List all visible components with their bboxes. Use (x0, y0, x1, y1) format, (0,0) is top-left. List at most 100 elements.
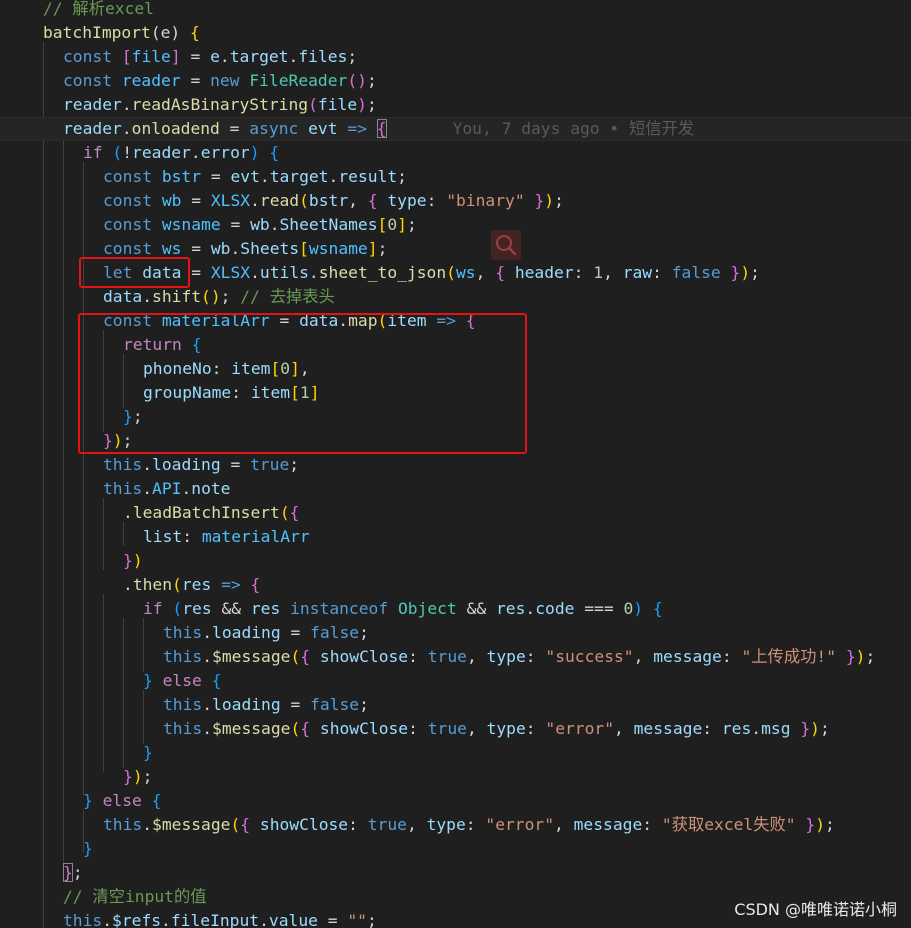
git-blame-annotation[interactable]: You, 7 days ago • 短信开发 (453, 119, 695, 138)
let-data-highlight-box (79, 257, 190, 288)
code-line[interactable]: this.loading = true; (0, 453, 299, 477)
operator-token: = (317, 911, 348, 928)
operator-token: = (201, 167, 231, 186)
code-line[interactable]: .then(res => { (0, 573, 260, 597)
property-token: result (338, 167, 398, 186)
code-line[interactable]: // 清空input的值 (0, 885, 207, 909)
punctuation-token: , (466, 647, 487, 666)
code-line[interactable]: if (res && res instanceof Object && res.… (0, 597, 663, 621)
code-line[interactable]: } (0, 837, 93, 861)
property-token: fileInput (170, 911, 260, 928)
property-token: Sheets (240, 239, 300, 258)
code-line[interactable]: .leadBatchInsert({ (0, 501, 299, 525)
code-line[interactable]: const ws = wb.Sheets[wsname]; (0, 237, 387, 261)
code-line[interactable]: this.API.note (0, 477, 230, 501)
punctuation-token: . (142, 287, 153, 306)
constant-token: wb (161, 191, 182, 210)
property-token: message (653, 647, 722, 666)
keyword-token: const (63, 71, 113, 90)
code-line[interactable]: list: materialArr (0, 525, 310, 549)
code-line[interactable]: }; (0, 861, 83, 885)
control-keyword-token: if (143, 599, 163, 618)
search-icon (496, 235, 517, 256)
constant-token: ws (455, 263, 476, 282)
code-line[interactable]: this.$message({ showClose: true, type: "… (0, 813, 835, 837)
punctuation-token: : (426, 191, 447, 210)
control-keyword-token: else (162, 671, 202, 690)
punctuation-token: ; (406, 215, 417, 234)
code-line[interactable]: if (!reader.error) { (0, 141, 279, 165)
boolean-token: false (310, 623, 360, 642)
search-overlay[interactable] (491, 230, 521, 260)
bracket-token: [ (299, 239, 309, 258)
bracket-token: { (250, 575, 261, 594)
punctuation-token: . (102, 911, 113, 928)
bracket-token: { (211, 671, 222, 690)
property-token: type (486, 647, 526, 666)
punctuation-token: ; (347, 47, 358, 66)
string-token: "error" (545, 719, 615, 738)
code-line[interactable]: batchImport(e) { (0, 21, 200, 45)
code-line[interactable]: }); (0, 765, 152, 789)
code-line[interactable]: }) (0, 549, 143, 573)
string-token: "获取excel失败" (661, 815, 796, 834)
punctuation-token: : (348, 815, 368, 834)
param-token: evt (308, 119, 338, 138)
code-line[interactable]: this.loading = false; (0, 621, 369, 645)
code-line[interactable]: } else { (0, 669, 221, 693)
operator-token: = (220, 215, 251, 234)
property-token: loading (212, 623, 281, 642)
boolean-token: false (671, 263, 721, 282)
control-keyword-token: if (83, 143, 103, 162)
code-line[interactable]: const wsname = wb.SheetNames[0]; (0, 213, 417, 237)
bracket-token: { (495, 263, 506, 282)
code-line[interactable]: const wb = XLSX.read(bstr, { type: "bina… (0, 189, 564, 213)
code-line[interactable]: this.$message({ showClose: true, type: "… (0, 717, 830, 741)
punctuation-token: . (142, 479, 153, 498)
constant-token: reader (121, 71, 181, 90)
variable-token: reader (63, 119, 122, 138)
bracket-token: } (123, 551, 133, 570)
code-line[interactable]: const [file] = e.target.files; (0, 45, 357, 69)
code-line[interactable]: this.$refs.fileInput.value = ""; (0, 909, 377, 928)
code-line[interactable]: // 解析excel (0, 0, 154, 21)
bracket-token: } (143, 743, 153, 762)
keyword-token: const (63, 47, 113, 66)
matched-bracket-token: } (63, 863, 73, 882)
code-line[interactable]: } (0, 741, 153, 765)
class-name-token: Object (397, 599, 457, 618)
keyword-token: const (103, 239, 153, 258)
current-code-line[interactable]: reader.onloadend = async evt => {You, 7 … (0, 117, 911, 141)
bracket-token: ) (544, 191, 555, 210)
code-line[interactable]: const bstr = evt.target.result; (0, 165, 407, 189)
code-line[interactable]: this.$message({ showClose: true, type: "… (0, 645, 875, 669)
code-line[interactable]: this.loading = false; (0, 693, 369, 717)
constant-token: API (152, 479, 182, 498)
property-token: message (573, 815, 643, 834)
keyword-token: instanceof (290, 599, 389, 618)
bracket-token: } (83, 839, 93, 858)
bracket-token: } (534, 191, 545, 210)
code-line[interactable]: reader.readAsBinaryString(file); (0, 93, 377, 117)
bracket-token: } (845, 647, 856, 666)
method-token: read (259, 191, 300, 210)
code-line[interactable]: data.shift(); // 去掉表头 (0, 285, 335, 309)
property-token: value (268, 911, 318, 928)
code-line[interactable]: const reader = new FileReader(); (0, 69, 377, 93)
code-line[interactable]: } else { (0, 789, 161, 813)
matched-bracket-token: { (376, 119, 387, 138)
code-editor[interactable]: // 解析excel batchImport(e) { const [file]… (0, 0, 911, 928)
property-token: header (514, 263, 574, 282)
bracket-token: ( (230, 815, 241, 834)
